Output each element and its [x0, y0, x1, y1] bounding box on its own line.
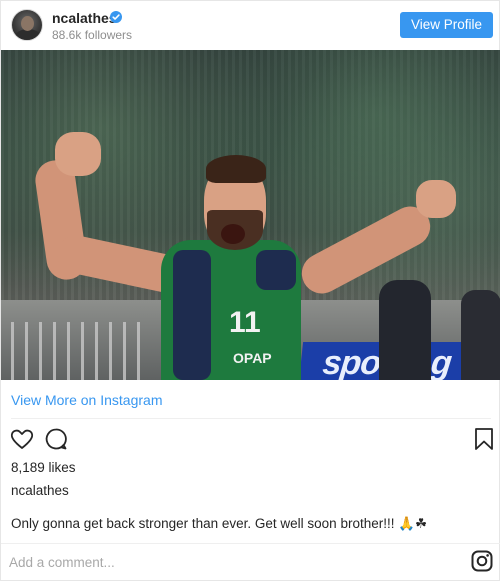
divider: [11, 418, 491, 419]
avatar[interactable]: [11, 9, 43, 41]
comment-input[interactable]: [9, 551, 429, 573]
instagram-embed-card: ncalathes 88.6k followers View Profile s…: [0, 0, 500, 581]
post-header: ncalathes 88.6k followers View Profile: [1, 1, 500, 51]
comment-bubble-icon[interactable]: [43, 426, 69, 452]
post-author[interactable]: ncalathes: [11, 483, 69, 498]
photo-towel: [173, 250, 211, 380]
instagram-icon[interactable]: [471, 550, 493, 572]
view-more-link[interactable]: View More on Instagram: [11, 392, 162, 408]
photo-person-suit: [379, 280, 431, 380]
caption-text: Only gonna get back stronger than ever. …: [11, 516, 395, 531]
photo-jersey-sponsor: OPAP: [233, 350, 272, 366]
photo-jersey-number: 11: [229, 306, 261, 339]
username[interactable]: ncalathes: [52, 10, 117, 26]
caption-emojis: 🙏☘: [398, 516, 428, 532]
photo-right-fist: [416, 180, 456, 218]
photo-left-fist: [55, 132, 101, 176]
photo-railing: [11, 322, 151, 380]
divider: [1, 543, 500, 544]
follower-count: 88.6k followers: [52, 28, 133, 42]
post-photo[interactable]: sporting 11 OPAP: [1, 50, 500, 380]
heart-icon[interactable]: [9, 426, 35, 452]
verified-badge-icon: [110, 11, 122, 23]
bookmark-icon[interactable]: [471, 426, 497, 452]
view-profile-button[interactable]: View Profile: [400, 12, 493, 38]
photo-towel: [256, 250, 296, 290]
photo-hair: [206, 155, 266, 183]
photo-mouth: [221, 224, 245, 244]
like-count: 8,189 likes: [11, 460, 76, 475]
avatar-face: [21, 16, 34, 31]
post-caption: Only gonna get back stronger than ever. …: [11, 516, 427, 532]
photo-person-suit: [461, 290, 500, 380]
